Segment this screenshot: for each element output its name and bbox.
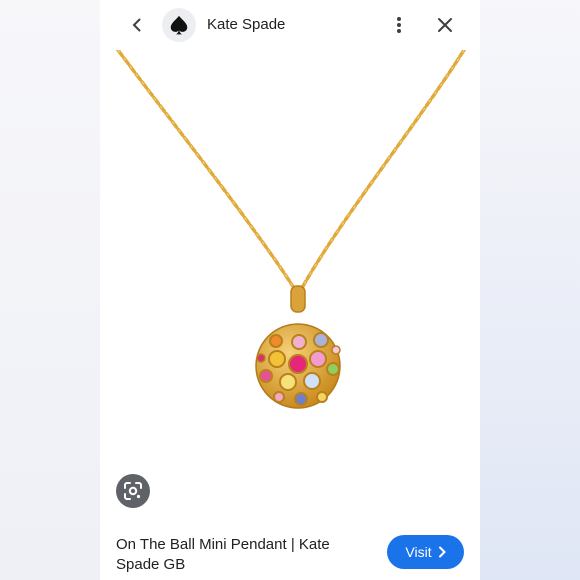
chevron-left-icon (132, 18, 141, 32)
google-lens-icon (124, 482, 142, 500)
product-image[interactable] (100, 48, 480, 520)
background-right (480, 0, 580, 580)
visit-button-label: Visit (405, 544, 432, 560)
site-logo[interactable] (162, 8, 196, 42)
top-bar: Kate Spade (100, 0, 480, 50)
chain-right (300, 48, 466, 290)
background-left (0, 0, 100, 580)
spade-icon (170, 15, 188, 35)
visit-button[interactable]: Visit (387, 535, 464, 569)
site-name[interactable]: Kate Spade (207, 16, 285, 33)
product-title[interactable]: On The Ball Mini Pendant | Kate Spade GB (116, 535, 366, 575)
more-options-button[interactable] (387, 13, 411, 37)
necklace-illustration (116, 48, 466, 409)
chain-left (116, 48, 296, 290)
close-icon (438, 18, 452, 32)
more-vertical-icon (397, 17, 401, 33)
lens-search-button[interactable] (116, 474, 150, 508)
chevron-right-icon (438, 546, 446, 558)
back-button[interactable] (125, 13, 149, 37)
close-button[interactable] (433, 13, 457, 37)
pendant-bail (290, 285, 306, 313)
preview-panel: Kate Spade On The Ball Mini Pendant | Ka… (100, 0, 480, 580)
pendant-ball (255, 323, 341, 409)
